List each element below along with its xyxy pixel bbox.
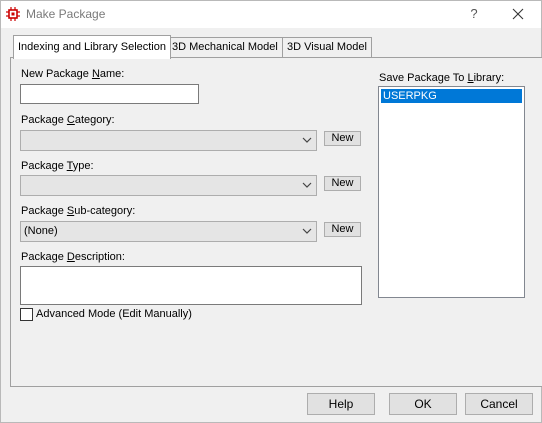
new-subcategory-button[interactable]: New <box>324 222 361 237</box>
library-listbox[interactable]: USERPKG <box>378 86 525 298</box>
chevron-down-icon <box>302 137 312 143</box>
advanced-mode-label: Advanced Mode (Edit Manually) <box>36 308 192 320</box>
advanced-mode-checkbox[interactable] <box>20 308 33 321</box>
package-type-select[interactable] <box>20 175 317 196</box>
package-description-label: Package Description: <box>21 251 125 263</box>
list-item[interactable]: USERPKG <box>381 89 522 103</box>
package-subcategory-value: (None) <box>24 225 58 237</box>
package-description-input[interactable] <box>20 266 362 305</box>
package-category-select[interactable] <box>20 130 317 151</box>
package-name-input[interactable] <box>20 84 199 104</box>
new-category-button[interactable]: New <box>324 131 361 146</box>
package-subcategory-select[interactable]: (None) <box>20 221 317 242</box>
make-package-dialog: Make Package ? Indexing and Library Sele… <box>0 0 542 423</box>
chevron-down-icon <box>302 182 312 188</box>
new-type-button[interactable]: New <box>324 176 361 191</box>
package-category-label: Package Category: <box>21 114 115 126</box>
package-subcategory-label: Package Sub-category: <box>21 205 136 217</box>
package-name-label: New Package Name: <box>21 68 125 80</box>
package-type-label: Package Type: <box>21 160 94 172</box>
panel-content: New Package Name: Package Category: New … <box>1 1 541 422</box>
chevron-down-icon <box>302 228 312 234</box>
save-to-library-label: Save Package To Library: <box>379 72 505 84</box>
